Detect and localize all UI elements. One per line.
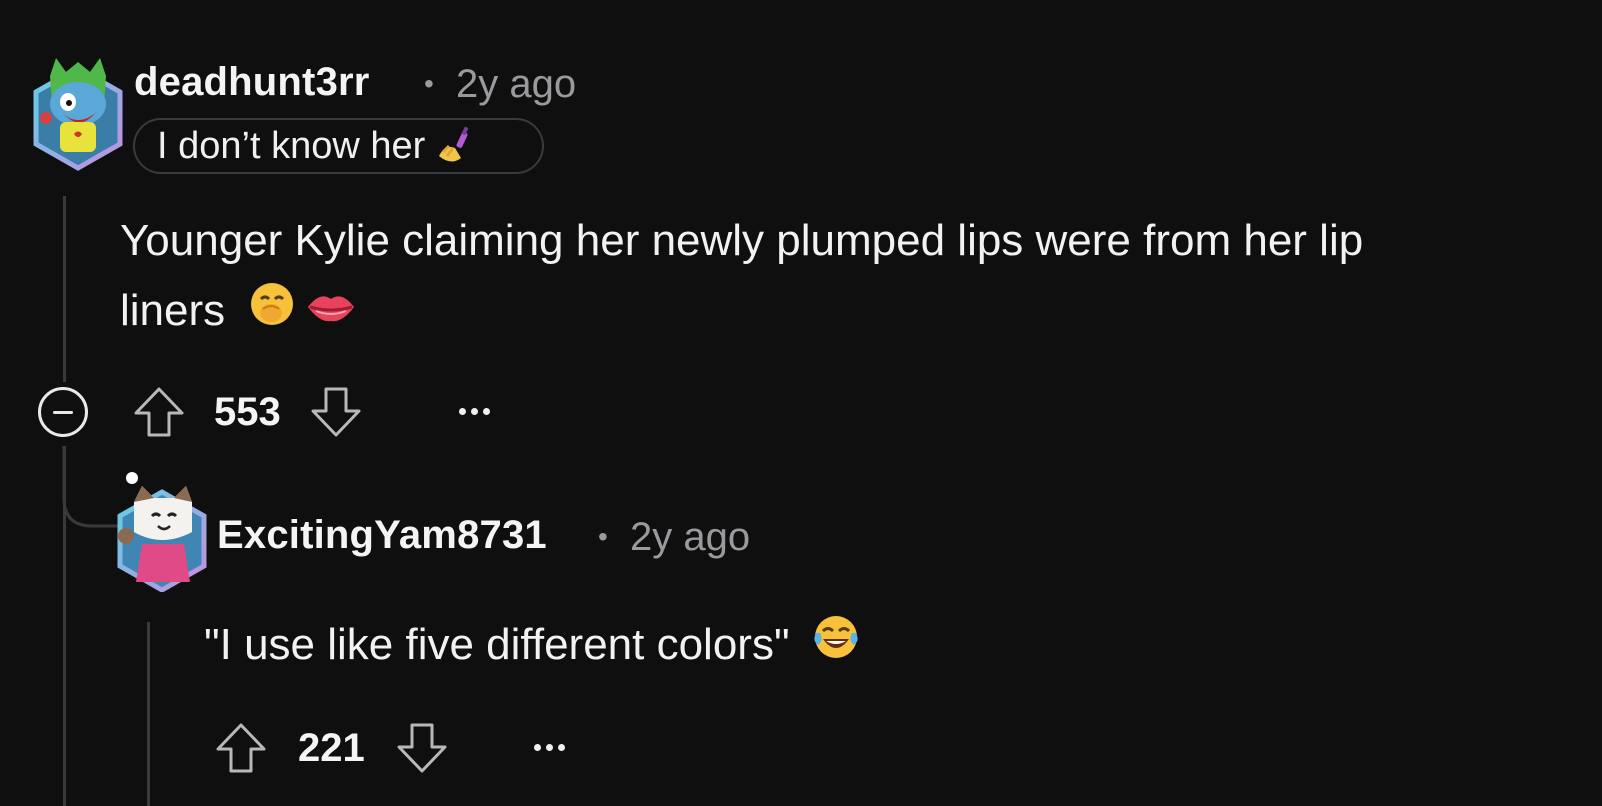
comment-body-text: liners — [120, 286, 226, 335]
minus-icon — [53, 410, 73, 414]
comment-body-line: liners — [120, 276, 1580, 348]
thread-line-reply[interactable] — [147, 622, 150, 806]
comment-body-line: Younger Kylie claiming her newly plumped… — [120, 216, 1364, 265]
comment-body-text: "I use like five different colors" — [204, 620, 790, 669]
meta-separator: • — [424, 68, 434, 99]
dot-icon — [482, 407, 490, 415]
downvote-button[interactable] — [309, 385, 363, 439]
dot-icon — [533, 743, 541, 751]
comment-body: "I use like five different colors" — [204, 610, 1504, 682]
upvote-button[interactable] — [214, 721, 268, 775]
face-with-tears-of-joy-icon — [812, 612, 860, 682]
comment-body: Younger Kylie claiming her newly plumped… — [120, 206, 1580, 348]
username[interactable]: ExcitingYam8731 — [217, 513, 547, 558]
timestamp: 2y ago — [456, 62, 577, 106]
arrow-up-icon — [134, 387, 184, 437]
upvote-button[interactable] — [132, 385, 186, 439]
vote-score: 221 — [298, 725, 365, 770]
timestamp: 2y ago — [630, 515, 751, 559]
vote-controls: 221 — [214, 718, 449, 778]
dot-icon — [458, 407, 466, 415]
meta-separator: • — [598, 521, 608, 552]
username[interactable]: deadhunt3rr — [134, 60, 370, 105]
arrow-down-icon — [397, 723, 447, 773]
arrow-up-icon — [216, 723, 266, 773]
lips-icon — [306, 278, 356, 348]
face-with-hand-over-mouth-icon — [249, 278, 295, 348]
downvote-button[interactable] — [395, 721, 449, 775]
more-options-button[interactable] — [449, 396, 499, 426]
user-flair: I don’t know her — [133, 118, 544, 174]
arrow-down-icon — [311, 387, 361, 437]
thread-line-main[interactable] — [63, 196, 66, 382]
vote-controls: 553 — [132, 382, 363, 442]
avatar[interactable] — [112, 472, 212, 593]
vote-score: 553 — [214, 389, 281, 434]
collapse-thread-button[interactable] — [38, 387, 88, 437]
dot-icon — [470, 407, 478, 415]
comment-thread: deadhunt3rr • 2y ago I don’t know her Yo… — [0, 0, 1602, 806]
cat-avatar-icon — [117, 472, 207, 593]
dot-icon — [557, 743, 565, 751]
dot-icon — [545, 743, 553, 751]
more-options-button[interactable] — [524, 732, 574, 762]
avatar[interactable] — [28, 56, 128, 171]
flair-text: I don’t know her — [157, 124, 426, 167]
green-monster-avatar-icon — [33, 58, 123, 171]
nail-polish-icon — [435, 126, 475, 166]
